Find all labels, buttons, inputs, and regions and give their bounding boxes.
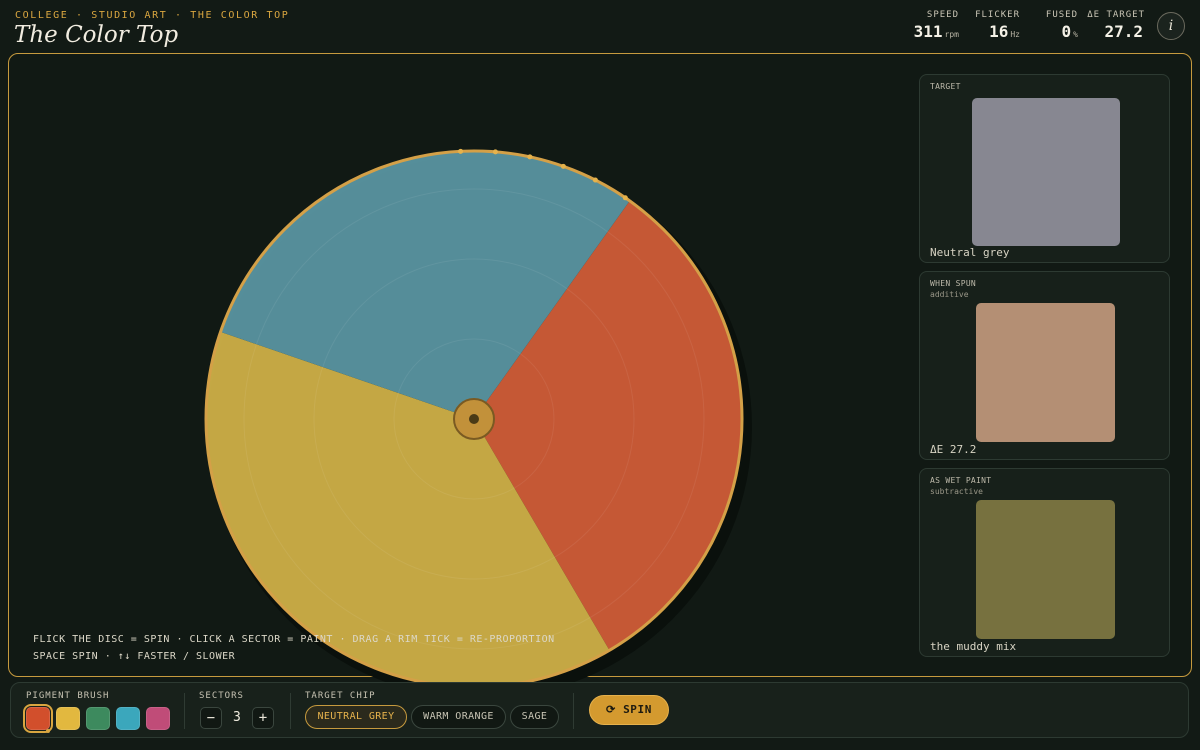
target-card-footer: Neutral grey (930, 246, 1010, 259)
pigment-swatch-cyan[interactable] (116, 707, 140, 730)
spin-button[interactable]: ⟳ SPIN (589, 695, 669, 725)
selected-pigment-indicator (46, 729, 50, 733)
speed-label: SPEED (926, 10, 959, 20)
spun-card: WHEN SPUN additive ΔE 27.2 (919, 271, 1170, 460)
chip-neutral-grey[interactable]: NEUTRAL GREY (305, 705, 407, 729)
rim-tick[interactable] (622, 195, 628, 201)
target-card: TARGET Neutral grey (919, 74, 1170, 263)
flicker-unit: Hz (1010, 30, 1020, 39)
divider (184, 693, 185, 729)
fused-stat: FUSED 0% (1036, 10, 1078, 41)
chip-sage[interactable]: SAGE (510, 705, 559, 729)
header: COLLEGE · STUDIO ART · THE COLOR TOP The… (0, 0, 1200, 52)
spun-card-footer: ΔE 27.2 (930, 443, 977, 456)
fused-unit: % (1073, 30, 1078, 39)
breadcrumb: COLLEGE · STUDIO ART · THE COLOR TOP (15, 10, 290, 21)
pigment-swatch-magenta[interactable] (146, 707, 170, 730)
sectors-label: SECTORS (199, 691, 244, 701)
wet-card: AS WET PAINT subtractive the muddy mix (919, 468, 1170, 657)
page-title: The Color Top (14, 22, 179, 48)
wet-swatch (976, 500, 1115, 639)
rim-tick[interactable] (560, 163, 566, 169)
wet-card-sublabel: subtractive (930, 487, 983, 496)
wet-card-label: AS WET PAINT (930, 476, 992, 485)
hint-line-2: SPACE SPIN · ↑↓ FASTER / SLOWER (33, 651, 236, 662)
flicker-label: FLICKER (975, 10, 1020, 20)
chip-warm-orange[interactable]: WARM ORANGE (411, 705, 506, 729)
spun-swatch (976, 303, 1115, 442)
fused-value: 0 (1061, 22, 1072, 41)
target-chip-label: TARGET CHIP (305, 691, 376, 701)
target-card-label: TARGET (930, 82, 961, 91)
disc-hub-center (469, 414, 479, 424)
wet-card-footer: the muddy mix (930, 640, 1017, 653)
rim-tick[interactable] (527, 154, 533, 160)
delta-e-label: ΔE TARGET (1087, 10, 1145, 20)
pigment-swatch-green[interactable] (86, 707, 110, 730)
rim-tick[interactable] (592, 177, 598, 183)
divider (573, 693, 574, 729)
speed-unit: rpm (944, 30, 959, 39)
toolbar: PIGMENT BRUSH SECTORS − 3 + TARGET CHIP … (10, 682, 1189, 738)
spun-card-label: WHEN SPUN (930, 279, 977, 288)
rim-tick[interactable] (492, 149, 498, 155)
rim-tick[interactable] (458, 148, 464, 154)
info-icon[interactable]: i (1157, 12, 1185, 40)
delta-e-value: 27.2 (1104, 22, 1143, 41)
divider (290, 693, 291, 729)
pigment-brush-label: PIGMENT BRUSH (26, 691, 110, 701)
delta-e-stat: ΔE TARGET 27.2 (1085, 10, 1145, 41)
fused-label: FUSED (1045, 10, 1078, 20)
sectors-value: 3 (233, 710, 241, 725)
speed-stat: SPEED 311 rpm (905, 10, 959, 41)
speed-value: 311 (913, 22, 943, 41)
flicker-value: 16 (989, 22, 1009, 41)
pigment-swatch-red-orange[interactable] (23, 704, 53, 733)
sectors-increment-button[interactable]: + (252, 707, 274, 729)
spun-card-sublabel: additive (930, 290, 969, 299)
pigment-swatch-yellow[interactable] (56, 707, 80, 730)
hint-line-1: FLICK THE DISC = SPIN · CLICK A SECTOR =… (33, 634, 555, 645)
sectors-decrement-button[interactable]: − (200, 707, 222, 729)
target-swatch (972, 98, 1120, 246)
flicker-stat: FLICKER 16 Hz (972, 10, 1020, 41)
color-disc[interactable] (189, 134, 759, 704)
